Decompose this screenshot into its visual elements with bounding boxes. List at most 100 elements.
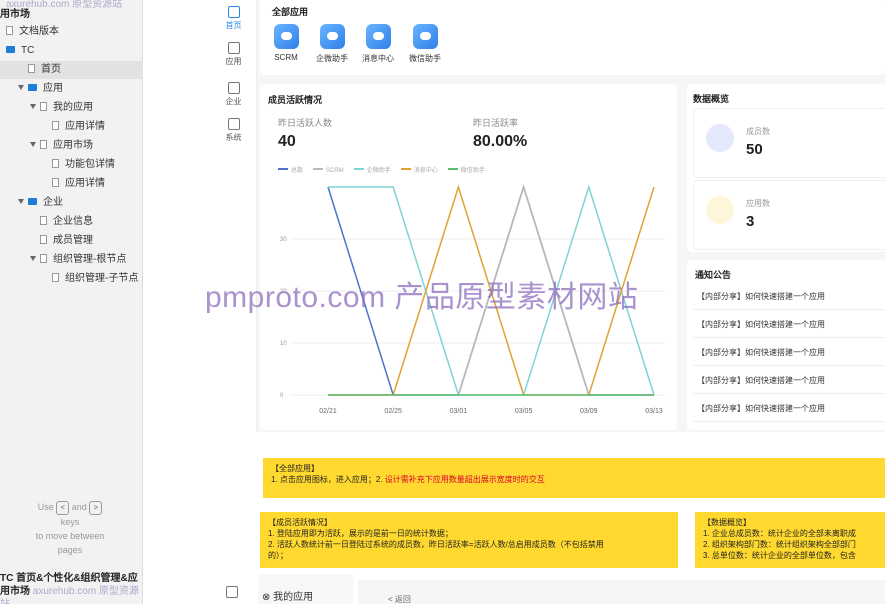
annotation-title: 【全部应用】 bbox=[271, 464, 319, 473]
expand-arrow-icon[interactable] bbox=[18, 199, 24, 204]
legend-swatch bbox=[313, 168, 324, 170]
annotation-text: 1. 登陆应用即为活跃，展示的是前一日的统计数据； bbox=[268, 529, 453, 538]
tree-node[interactable]: 企业信息 bbox=[0, 213, 93, 231]
members-label: 成员数 bbox=[746, 127, 770, 136]
expand-arrow-icon[interactable] bbox=[30, 256, 36, 261]
home-icon bbox=[227, 6, 240, 18]
tree-node-label: TC bbox=[21, 45, 35, 56]
tree-node-label: 企业 bbox=[43, 197, 63, 208]
nav-apps-label: 应用 bbox=[225, 57, 242, 66]
apps-count-icon bbox=[706, 196, 734, 224]
expand-arrow-icon[interactable] bbox=[30, 104, 36, 109]
expand-arrow-icon[interactable] bbox=[30, 142, 36, 147]
y-tick-label: 30 bbox=[280, 237, 287, 243]
legend-swatch bbox=[353, 168, 364, 170]
app-wechat[interactable]: 微信助手 bbox=[407, 24, 443, 64]
nav-enterprise[interactable]: 企业 bbox=[210, 82, 257, 107]
active-rate-value: 80.00% bbox=[473, 133, 528, 150]
members-stat[interactable]: 成员数 50 bbox=[693, 108, 885, 178]
y-tick-label: 10 bbox=[280, 341, 287, 347]
tree-node-label: 功能包详情 bbox=[65, 159, 115, 170]
tree-node[interactable]: 成员管理 bbox=[0, 232, 93, 250]
annotation-title: 【成员活跃情况】 bbox=[268, 518, 332, 527]
legend-label: 微信助手 bbox=[460, 168, 485, 174]
tree-node[interactable]: 企业 bbox=[0, 194, 63, 212]
page-icon bbox=[40, 102, 47, 111]
app-message[interactable]: 消息中心 bbox=[360, 24, 396, 64]
annotation-overview: 【数据概览】 1. 企业总成员数：统计企业的全部未离职成 2. 组织架构部门数：… bbox=[695, 512, 885, 568]
page-icon bbox=[52, 121, 59, 130]
content-area bbox=[358, 580, 885, 604]
page-icon bbox=[40, 216, 47, 225]
folder-icon bbox=[28, 84, 37, 91]
legend-label: 总数 bbox=[291, 168, 304, 174]
tree-node[interactable]: 我的应用 bbox=[0, 99, 93, 117]
my-apps-label: 我的应用 bbox=[273, 592, 314, 603]
tree-node[interactable]: TC bbox=[0, 42, 34, 60]
legend-label: 消息中心 bbox=[413, 168, 438, 174]
folder-icon bbox=[6, 46, 15, 53]
wecom-icon bbox=[319, 24, 345, 49]
message-icon bbox=[365, 24, 391, 49]
x-tick-label: 03/05 bbox=[515, 408, 533, 415]
all-apps-card: 全部应用 SCRM 企微助手 消息中心 微信助手 bbox=[260, 0, 885, 75]
help-pages: pages bbox=[57, 544, 83, 555]
app-scrm-label: SCRM bbox=[274, 53, 298, 62]
nav-system[interactable]: 系统 bbox=[210, 118, 257, 143]
notice-item[interactable]: 【内部分享】如何快速搭建一个应用 bbox=[693, 283, 885, 310]
expand-arrow-icon[interactable] bbox=[18, 85, 24, 90]
app-wecom[interactable]: 企微助手 bbox=[314, 24, 350, 64]
annotation-text: 的）； bbox=[268, 551, 288, 560]
nav-system-label: 系统 bbox=[225, 133, 242, 142]
tree-footer: TC 首页&个性化&组织管理&应 用市场 axurehub.com 原型资源站 bbox=[0, 572, 142, 604]
legend-item[interactable]: SCRM bbox=[313, 168, 344, 174]
tree-node[interactable]: 组织管理-根节点 bbox=[0, 251, 126, 269]
nav-apps[interactable]: 应用 bbox=[210, 42, 257, 67]
tree-node[interactable]: 应用 bbox=[0, 80, 63, 98]
nav-home[interactable]: 首页 bbox=[210, 6, 257, 31]
page-icon bbox=[52, 178, 59, 187]
tree-node[interactable]: 首页 bbox=[0, 61, 143, 79]
side-nav: 首页 应用 企业 系统 bbox=[210, 0, 257, 432]
tree-node[interactable]: 功能包详情 bbox=[0, 156, 115, 174]
screen: axurehub.com 原型资源站 用市场 文档版本 TC 首页 应用 我的应用 应用详… bbox=[0, 0, 885, 604]
legend-item[interactable]: 消息中心 bbox=[400, 168, 438, 174]
wechat-icon bbox=[412, 24, 438, 49]
notice-item[interactable]: 【内部分享】如何快速搭建一个应用 bbox=[693, 367, 885, 394]
legend-label: SCRM bbox=[326, 168, 344, 174]
monitor-icon bbox=[227, 118, 240, 130]
annotation-text: 1. 企业总成员数：统计企业的全部未离职成 bbox=[703, 529, 856, 538]
tree-node[interactable]: 组织管理-子节点 bbox=[0, 270, 138, 288]
my-apps-menu[interactable]: ⊗ 我的应用 bbox=[262, 588, 313, 603]
notice-title: 通知公告 bbox=[695, 270, 732, 280]
notice-item[interactable]: 【内部分享】如何快速搭建一个应用 bbox=[693, 339, 885, 366]
page-icon bbox=[52, 159, 59, 168]
nav-home-label: 首页 bbox=[225, 21, 242, 30]
right-key-icon: > bbox=[89, 500, 103, 515]
tree-header-title: 用市场 bbox=[0, 9, 30, 20]
x-tick-label: 02/25 bbox=[384, 408, 402, 415]
annotation-text: 3. 总单位数：统计企业的全部单位数，包含 bbox=[703, 551, 856, 560]
annotation-all-apps: 【全部应用】 1. 点击应用图标，进入应用；2. 设计需补充下应用数量超出展示宽… bbox=[263, 458, 885, 498]
tree-node-label: 组织管理-子节点 bbox=[65, 273, 139, 284]
all-apps-title: 全部应用 bbox=[272, 7, 309, 17]
annotation-title: 【数据概览】 bbox=[703, 518, 751, 527]
tree-node[interactable]: 应用详情 bbox=[0, 175, 105, 193]
tree-node[interactable]: 文档版本 bbox=[0, 23, 59, 41]
tree-node-label: 应用市场 bbox=[53, 140, 93, 151]
help-use: Use bbox=[37, 502, 54, 512]
legend-item[interactable]: 总数 bbox=[278, 168, 303, 174]
app-message-label: 消息中心 bbox=[362, 54, 394, 63]
app-scrm[interactable]: SCRM bbox=[268, 24, 304, 62]
apps-stat[interactable]: 应用数 3 bbox=[693, 180, 885, 250]
notice-item[interactable]: 【内部分享】如何快速搭建一个应用 bbox=[693, 311, 885, 338]
back-link[interactable]: < 返回 bbox=[388, 594, 411, 604]
tree-node-label: 首页 bbox=[41, 64, 61, 75]
legend-swatch bbox=[447, 168, 458, 170]
tree-node[interactable]: 应用市场 bbox=[0, 137, 93, 155]
legend-item[interactable]: 企微助手 bbox=[353, 168, 391, 174]
activity-title: 成员活跃情况 bbox=[268, 95, 323, 105]
tree-node[interactable]: 应用详情 bbox=[0, 118, 105, 136]
legend-item[interactable]: 微信助手 bbox=[447, 168, 485, 174]
notice-item[interactable]: 【内部分享】如何快速搭建一个应用 bbox=[693, 395, 885, 422]
